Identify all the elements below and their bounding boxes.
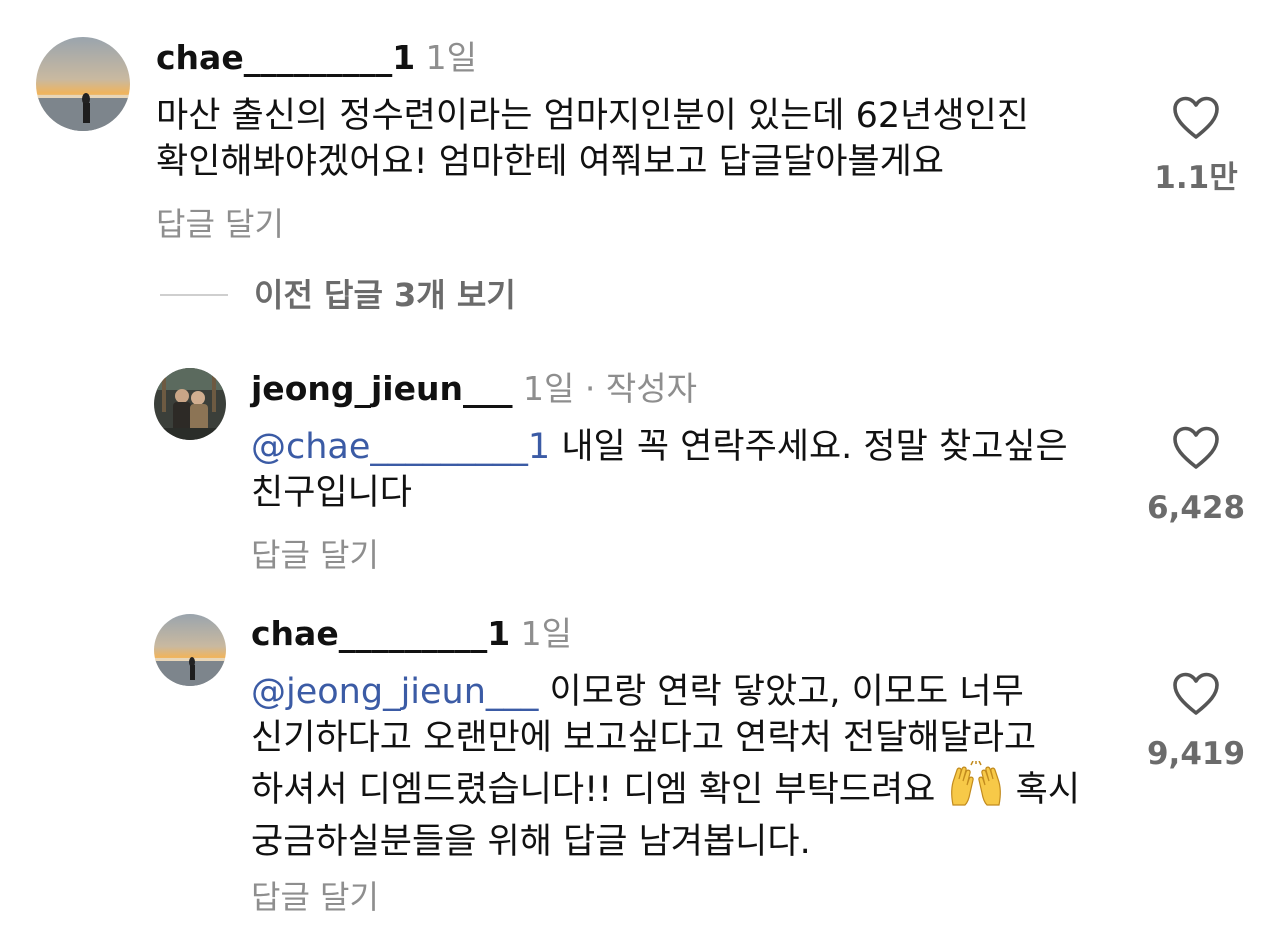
comment-text: 마산 출신의 정수련이라는 엄마지인분이 있는데 62년생인진 확인해봐야겠어요… (156, 93, 1106, 185)
reply-button[interactable]: 답글 달기 (156, 204, 284, 244)
heart-icon[interactable] (1172, 426, 1220, 474)
comment-header: jeong_jieun___ 1일 · 작성자 (251, 369, 697, 409)
like-area: 1.1만 (1136, 96, 1256, 198)
author-tag: 작성자 (605, 369, 697, 408)
view-previous-replies-label: 이전 답글 3개 보기 (254, 276, 516, 314)
mention-link[interactable]: @chae_________1 (251, 427, 550, 467)
like-count: 9,419 (1146, 736, 1246, 772)
reply-item: chae_________1 1일 @jeong_jieun___ 이모랑 연락… (0, 590, 1280, 951)
comment-header: chae_________1 1일 (156, 38, 477, 78)
sunset-beach-photo-icon (36, 37, 130, 131)
reply-button[interactable]: 답글 달기 (251, 877, 379, 917)
heart-icon[interactable] (1172, 96, 1220, 144)
like-count: 1.1만 (1154, 160, 1238, 196)
comment-time: 1일 (520, 614, 573, 653)
comment-text: @chae_________1 내일 꼭 연락주세요. 정말 찾고싶은 친구입니… (251, 424, 1116, 516)
two-people-photo-icon (154, 368, 226, 440)
reply-item: jeong_jieun___ 1일 · 작성자 @chae_________1 … (0, 340, 1280, 590)
like-area: 6,428 (1136, 426, 1256, 528)
comment-header: chae_________1 1일 (251, 614, 572, 654)
like-count: 6,428 (1146, 490, 1246, 526)
username[interactable]: jeong_jieun___ (251, 369, 512, 408)
separator-dot: · (584, 369, 596, 408)
view-previous-replies[interactable]: 이전 답글 3개 보기 (160, 275, 516, 315)
username[interactable]: chae_________1 (156, 38, 415, 77)
heart-icon[interactable] (1172, 672, 1220, 720)
comment-text: @jeong_jieun___ 이모랑 연락 닿았고, 이모도 너무 신기하다고… (251, 669, 1116, 865)
avatar[interactable] (36, 37, 130, 131)
like-area: 9,419 (1136, 672, 1256, 774)
comment-text-content: 마산 출신의 정수련이라는 엄마지인분이 있는데 62년생인진 확인해봐야겠어요… (156, 96, 1029, 182)
comment-time: 1일 (425, 38, 478, 77)
sunset-beach-photo-icon (154, 614, 226, 686)
raising-hands-icon (947, 760, 1005, 819)
mention-link[interactable]: @jeong_jieun___ (251, 672, 538, 712)
comment-time: 1일 (522, 369, 575, 408)
username[interactable]: chae_________1 (251, 614, 510, 653)
comment-item: chae_________1 1일 마산 출신의 정수련이라는 엄마지인분이 있… (0, 0, 1280, 260)
avatar[interactable] (154, 614, 226, 686)
divider-line (160, 294, 228, 296)
avatar[interactable] (154, 368, 226, 440)
reply-button[interactable]: 답글 달기 (251, 535, 379, 575)
